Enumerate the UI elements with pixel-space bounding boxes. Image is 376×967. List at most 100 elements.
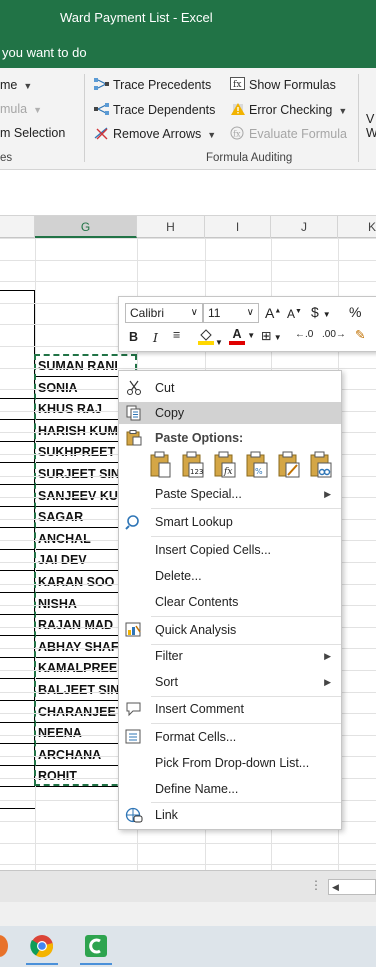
table-border (0, 722, 35, 723)
currency-glyph: $ (311, 304, 319, 320)
menu-item-copy[interactable]: Copy (119, 402, 341, 424)
defined-name-label: me (0, 78, 18, 92)
font-name-value: Calibri (130, 306, 165, 320)
tab-split-handle[interactable]: ⋮ (310, 878, 322, 892)
window-title: Ward Payment List - Excel (60, 10, 213, 25)
font-size-box[interactable]: 11 ∨ (203, 303, 259, 323)
taskbar-app-icon[interactable] (0, 935, 8, 957)
column-header-i[interactable]: I (205, 216, 271, 238)
paste-formulas-icon[interactable]: fx (213, 451, 237, 479)
menu-item-clear-contents[interactable]: Clear Contents (119, 591, 341, 613)
menu-item-label: Filter (155, 649, 183, 663)
menu-item-label: Paste Special... (155, 487, 242, 501)
taskbar-active-indicator (26, 963, 58, 965)
percent-style-button[interactable]: % (349, 304, 361, 320)
ribbon-separator (358, 74, 359, 162)
menu-item-insert-comment[interactable]: Insert Comment (119, 698, 341, 720)
formula-bar-area[interactable] (0, 170, 376, 216)
menu-item-filter[interactable]: Filter ▶ (119, 645, 341, 667)
tell-me-text[interactable]: you want to do (2, 45, 87, 60)
bold-button[interactable]: B (129, 330, 138, 344)
menu-item-define-name[interactable]: Define Name... (119, 778, 341, 800)
gridline (0, 260, 376, 261)
format-cells-icon (125, 729, 143, 745)
table-border (0, 678, 35, 679)
error-checking-icon (230, 102, 246, 116)
chrome-icon[interactable] (30, 934, 54, 958)
evaluate-formula-button[interactable]: fx Evaluate Formula (230, 126, 347, 141)
chevron-right-icon: ▶ (324, 489, 331, 499)
watch-window-button-partial[interactable]: V W (366, 112, 376, 140)
menu-item-insert-copied-cells[interactable]: Insert Copied Cells... (119, 539, 341, 561)
italic-button[interactable]: I (153, 330, 158, 345)
paste-formulas-number-formatting-icon[interactable]: % (245, 451, 269, 479)
table-border (0, 635, 35, 636)
font-name-box[interactable]: Calibri ∨ (125, 303, 203, 323)
show-formulas-button[interactable]: fx Show Formulas (230, 77, 336, 92)
column-header-h[interactable]: H (137, 216, 205, 238)
trace-precedents-button[interactable]: Trace Precedents (94, 77, 211, 92)
paste-values-icon[interactable]: 123 (181, 451, 205, 479)
table-border (0, 700, 35, 701)
increase-decimal-button[interactable]: ←.0 (295, 329, 313, 340)
chevron-down-icon: ∨ (190, 307, 198, 318)
font-size-value: 11 (208, 306, 221, 320)
trace-dependents-button[interactable]: Trace Dependents (94, 102, 215, 117)
svg-text:fx: fx (223, 467, 232, 477)
create-from-selection-button[interactable]: m Selection (0, 126, 65, 140)
scroll-left-arrow-icon[interactable]: ◀ (332, 880, 339, 894)
menu-item-sort[interactable]: Sort ▶ (119, 671, 341, 693)
evaluate-formula-label: Evaluate Formula (249, 127, 347, 141)
table-border (0, 808, 35, 809)
font-color-button[interactable]: A ▼ (229, 327, 255, 345)
menu-item-pick-from-list[interactable]: Pick From Drop-down List... (119, 752, 341, 774)
increase-font-button[interactable]: A▲ (265, 305, 281, 321)
accounting-format-button[interactable]: $ ▼ (311, 304, 331, 320)
menu-item-format-cells[interactable]: Format Cells... (119, 726, 341, 748)
borders-button[interactable]: ⊞ ▼ (261, 328, 282, 343)
menu-item-smart-lookup[interactable]: Smart Lookup (119, 511, 341, 533)
decrease-decimal-button[interactable]: .00→ (322, 329, 346, 340)
menu-item-cut[interactable]: Cut (119, 377, 341, 399)
table-border (0, 614, 35, 615)
increase-decimal-icon: ←.0 (295, 329, 314, 340)
menu-item-quick-analysis[interactable]: Quick Analysis (119, 619, 341, 641)
format-painter-button[interactable]: ✎ (355, 327, 365, 342)
paste-keep-formatting-icon[interactable] (277, 451, 301, 479)
align-center-button[interactable]: ≡ (173, 328, 180, 342)
column-header-g[interactable]: G (35, 216, 137, 238)
defined-names-group-label: es (0, 152, 13, 164)
horizontal-scrollbar[interactable]: ◀ (328, 879, 376, 895)
error-checking-button[interactable]: Error Checking ▼ (230, 102, 347, 117)
menu-item-label: Quick Analysis (155, 623, 237, 637)
table-border (0, 462, 35, 463)
trace-dependents-icon (94, 102, 110, 116)
decrease-font-button[interactable]: A▼ (287, 307, 302, 321)
defined-name-button[interactable]: me ▼ (0, 78, 32, 92)
table-border (0, 290, 35, 291)
tell-me-bar[interactable]: you want to do (0, 36, 376, 68)
fill-color-button[interactable]: ▼ (197, 327, 223, 348)
table-border (0, 570, 35, 571)
column-header-k[interactable]: K (338, 216, 376, 238)
chevron-right-icon: ▶ (324, 651, 331, 661)
remove-arrows-button[interactable]: Remove Arrows ▼ (94, 126, 216, 141)
paste-link-icon[interactable] (309, 451, 333, 479)
camtasia-icon[interactable] (84, 934, 108, 958)
table-border (0, 527, 35, 528)
menu-item-label: Define Name... (155, 782, 239, 796)
table-border (0, 743, 35, 744)
menu-item-delete[interactable]: Delete... (119, 565, 341, 587)
table-border (34, 290, 35, 784)
menu-item-label: Insert Copied Cells... (155, 543, 272, 557)
use-in-formula-button[interactable]: mula ▼ (0, 102, 42, 116)
menu-item-paste-special[interactable]: Paste Special... ▶ (119, 483, 341, 505)
table-border (0, 441, 35, 442)
use-in-formula-label: mula (0, 102, 28, 116)
column-header-j[interactable]: J (271, 216, 338, 238)
ribbon: me ▼ mula ▼ m Selection es Trace Precedent… (0, 68, 376, 170)
column-header-f[interactable] (0, 216, 35, 238)
paste-icon[interactable] (149, 451, 173, 479)
menu-item-link[interactable]: Link (119, 804, 341, 826)
table-border (0, 398, 35, 399)
